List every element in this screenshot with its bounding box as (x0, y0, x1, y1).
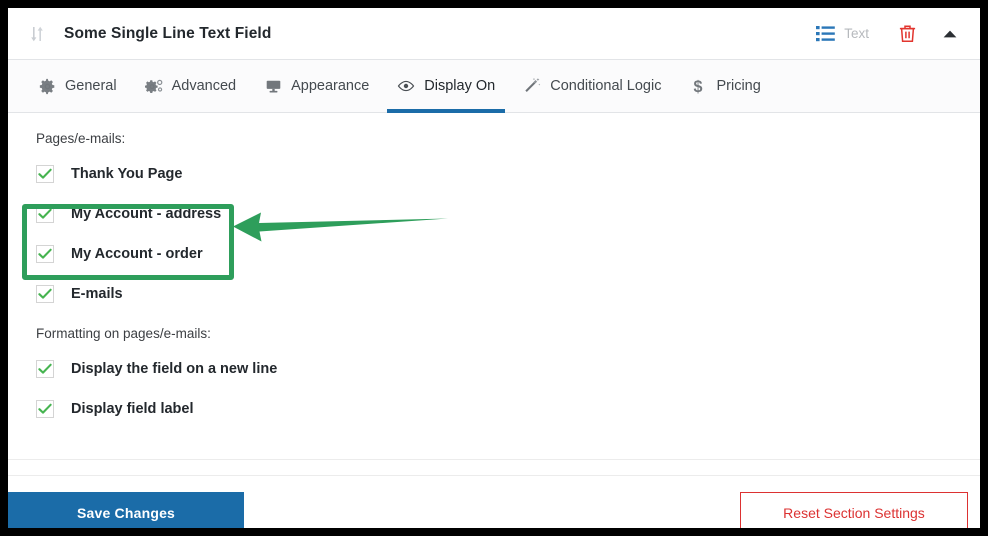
checkbox-emails[interactable] (36, 285, 54, 303)
tab-advanced[interactable]: Advanced (131, 60, 251, 113)
formatting-group-label: Formatting on pages/e-mails: (36, 326, 211, 341)
tab-conditional-logic-label: Conditional Logic (550, 78, 662, 94)
tab-advanced-label: Advanced (171, 78, 237, 94)
field-header: Some Single Line Text Field Text (8, 8, 980, 60)
save-changes-button[interactable]: Save Changes (8, 492, 244, 528)
field-title: Some Single Line Text Field (64, 24, 272, 42)
sort-updown-icon[interactable] (22, 24, 52, 44)
reset-section-settings-button[interactable]: Reset Section Settings (740, 492, 968, 528)
checkbox-row-my-account-address[interactable]: My Account - address (34, 194, 434, 234)
monitor-icon (264, 78, 282, 95)
tab-general-label: General (65, 78, 117, 94)
tab-pricing-label: Pricing (716, 78, 761, 94)
checkbox-field-label[interactable] (36, 400, 54, 418)
panel-footer: Save Changes Reset Section Settings (8, 460, 980, 528)
tab-display-on-label: Display On (424, 78, 496, 94)
list-view-icon[interactable] (816, 25, 836, 42)
eye-icon (397, 79, 415, 93)
trash-icon[interactable] (899, 24, 916, 43)
checkbox-new-line[interactable] (36, 360, 54, 378)
tab-conditional-logic[interactable]: Conditional Logic (509, 60, 675, 113)
dollar-icon: $ (689, 77, 707, 96)
pages-group-label: Pages/e-mails: (36, 131, 126, 146)
checkbox-row-my-account-order[interactable]: My Account - order (34, 234, 434, 274)
checkbox-my-account-order[interactable] (36, 245, 54, 263)
tab-appearance[interactable]: Appearance (250, 60, 383, 113)
checkbox-row-thank-you-page[interactable]: Thank You Page (34, 154, 434, 194)
display-on-panel: Pages/e-mails: Thank You Page My Account… (8, 113, 980, 460)
tab-general[interactable]: General (24, 60, 131, 113)
checkbox-row-new-line[interactable]: Display the field on a new line (34, 349, 434, 389)
field-settings-panel: Some Single Line Text Field Text General… (8, 8, 980, 528)
checkbox-my-account-address[interactable] (36, 205, 54, 223)
checkbox-label-my-account-order: My Account - order (71, 246, 203, 262)
footer-divider (8, 475, 980, 476)
checkbox-thank-you-page[interactable] (36, 165, 54, 183)
tab-pricing[interactable]: $ Pricing (675, 60, 774, 113)
checkbox-row-emails[interactable]: E-mails (34, 274, 434, 314)
field-type-label: Text (844, 26, 869, 41)
gear-icon (38, 78, 56, 95)
tab-display-on[interactable]: Display On (383, 60, 509, 113)
checkbox-label-new-line: Display the field on a new line (71, 361, 278, 377)
caret-up-icon[interactable] (942, 28, 958, 40)
tab-appearance-label: Appearance (291, 78, 370, 94)
checkbox-row-field-label[interactable]: Display field label (34, 389, 434, 429)
magic-wand-icon (523, 77, 541, 95)
checkbox-label-emails: E-mails (71, 286, 123, 302)
gears-icon (144, 78, 163, 95)
checkbox-label-field-label: Display field label (71, 401, 194, 417)
checkbox-label-thank-you-page: Thank You Page (71, 166, 183, 182)
checkbox-label-my-account-address: My Account - address (71, 206, 222, 222)
screenshot-root: Some Single Line Text Field Text General… (0, 0, 988, 536)
svg-text:$: $ (694, 78, 703, 96)
header-actions: Text (816, 24, 980, 43)
settings-tabbar: General Advanced Appearance Display On C… (8, 60, 980, 113)
